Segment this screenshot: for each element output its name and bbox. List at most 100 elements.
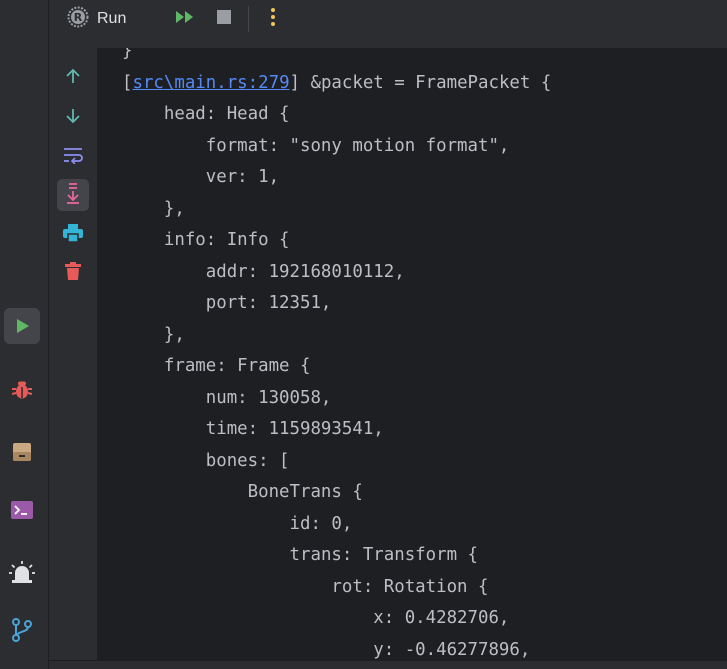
console-line: BoneTrans { [98, 477, 551, 509]
rust-logo-icon: R [67, 6, 89, 32]
line-text: time: 1159893541, [205, 419, 384, 439]
line-text: ver: 1, [205, 167, 280, 187]
services-icon [11, 441, 33, 463]
more-actions-button[interactable] [261, 7, 285, 31]
git-branch-icon [11, 618, 33, 642]
line-prefix: [ [122, 72, 133, 93]
tool-window-strip [0, 0, 49, 669]
line-text: head: Head { [163, 104, 290, 124]
print-button[interactable] [57, 219, 89, 251]
run-header: R Run [49, 0, 727, 40]
run-tool-window: R Run} [src\main.rs:279] &packet = Fram… [0, 0, 727, 669]
rerun-double-play-icon [174, 9, 196, 29]
run-tab-label: Run [97, 10, 127, 27]
scroll-to-end-button[interactable] [57, 179, 89, 211]
console-line: info: Info { [98, 225, 551, 257]
previous-occurrence-button[interactable] [57, 62, 89, 94]
bottom-edge [49, 660, 727, 669]
bug-icon [11, 379, 33, 401]
tool-services-button[interactable] [4, 434, 40, 470]
svg-text:R: R [74, 11, 83, 24]
stop-button[interactable] [212, 7, 236, 31]
console-line: time: 1159893541, [98, 414, 551, 446]
console-output[interactable]: } [src\main.rs:279] &packet = FramePacket… [98, 48, 727, 660]
console-line: head: Head { [98, 99, 551, 131]
line-text: x: 0.4282706, [373, 608, 510, 628]
run-tab[interactable]: R Run [67, 6, 127, 32]
tool-git-button[interactable] [4, 612, 40, 648]
console-line: } [98, 48, 551, 68]
line-text: id: 0, [289, 513, 353, 534]
line-text: ] &packet = FramePacket { [289, 72, 552, 93]
arrow-down-icon [64, 107, 82, 129]
line-text: }, [163, 324, 185, 345]
more-vertical-icon [270, 7, 276, 31]
stop-icon [216, 9, 232, 29]
next-occurrence-button[interactable] [57, 102, 89, 134]
console-line: trans: Transform { [98, 540, 551, 572]
tool-debug-button[interactable] [4, 372, 40, 408]
line-text: } [122, 48, 133, 61]
console-line: [src\main.rs:279] &packet = FramePacket … [98, 68, 551, 100]
console-line: }, [98, 194, 551, 226]
console-line: num: 130058, [98, 383, 551, 415]
tool-problems-button[interactable] [4, 554, 40, 590]
console-line: frame: Frame { [98, 351, 551, 383]
problems-alarm-icon [9, 560, 35, 584]
header-separator [248, 6, 249, 32]
line-text: num: 130058, [205, 387, 332, 408]
console-line: addr: 192168010112, [98, 257, 551, 289]
scroll-to-end-icon [64, 182, 82, 208]
console-line: port: 12351, [98, 288, 551, 320]
soft-wrap-button[interactable] [57, 141, 89, 173]
console-line: bones: [ [98, 446, 551, 478]
line-text: format: "sony motion format", [205, 135, 510, 156]
run-play-icon [13, 317, 31, 335]
line-text: y: -0.46277896, [373, 639, 531, 660]
console-toolbar [49, 48, 98, 660]
console-line: }, [98, 320, 551, 352]
source-location-link[interactable]: src\main.rs:279 [132, 73, 289, 93]
line-text: rot: Rotation { [331, 576, 489, 597]
soft-wrap-icon [62, 146, 84, 168]
line-text: info: Info { [163, 230, 290, 250]
line-text: frame: Frame { [163, 356, 311, 376]
clear-all-button[interactable] [57, 257, 89, 289]
console-line: rot: Rotation { [98, 572, 551, 604]
console-line: y: -0.46277896, [98, 635, 551, 661]
line-text: bones: [ [205, 450, 290, 471]
console-line: x: 0.4282706, [98, 603, 551, 635]
print-icon [62, 223, 84, 247]
console-line: id: 0, [98, 509, 551, 541]
tool-terminal-button[interactable] [4, 492, 40, 528]
line-text: BoneTrans { [247, 482, 363, 502]
console-line: ver: 1, [98, 162, 551, 194]
terminal-icon [10, 499, 34, 521]
rerun-button[interactable] [173, 7, 197, 31]
arrow-up-icon [64, 67, 82, 89]
console-lines: } [src\main.rs:279] &packet = FramePacket… [98, 48, 551, 660]
console-line: format: "sony motion format", [98, 131, 551, 163]
line-text: port: 12351, [205, 293, 332, 313]
trash-icon [64, 261, 82, 285]
line-text: }, [163, 198, 185, 219]
line-text: addr: 192168010112, [205, 261, 405, 282]
tool-run-button[interactable] [4, 308, 40, 344]
